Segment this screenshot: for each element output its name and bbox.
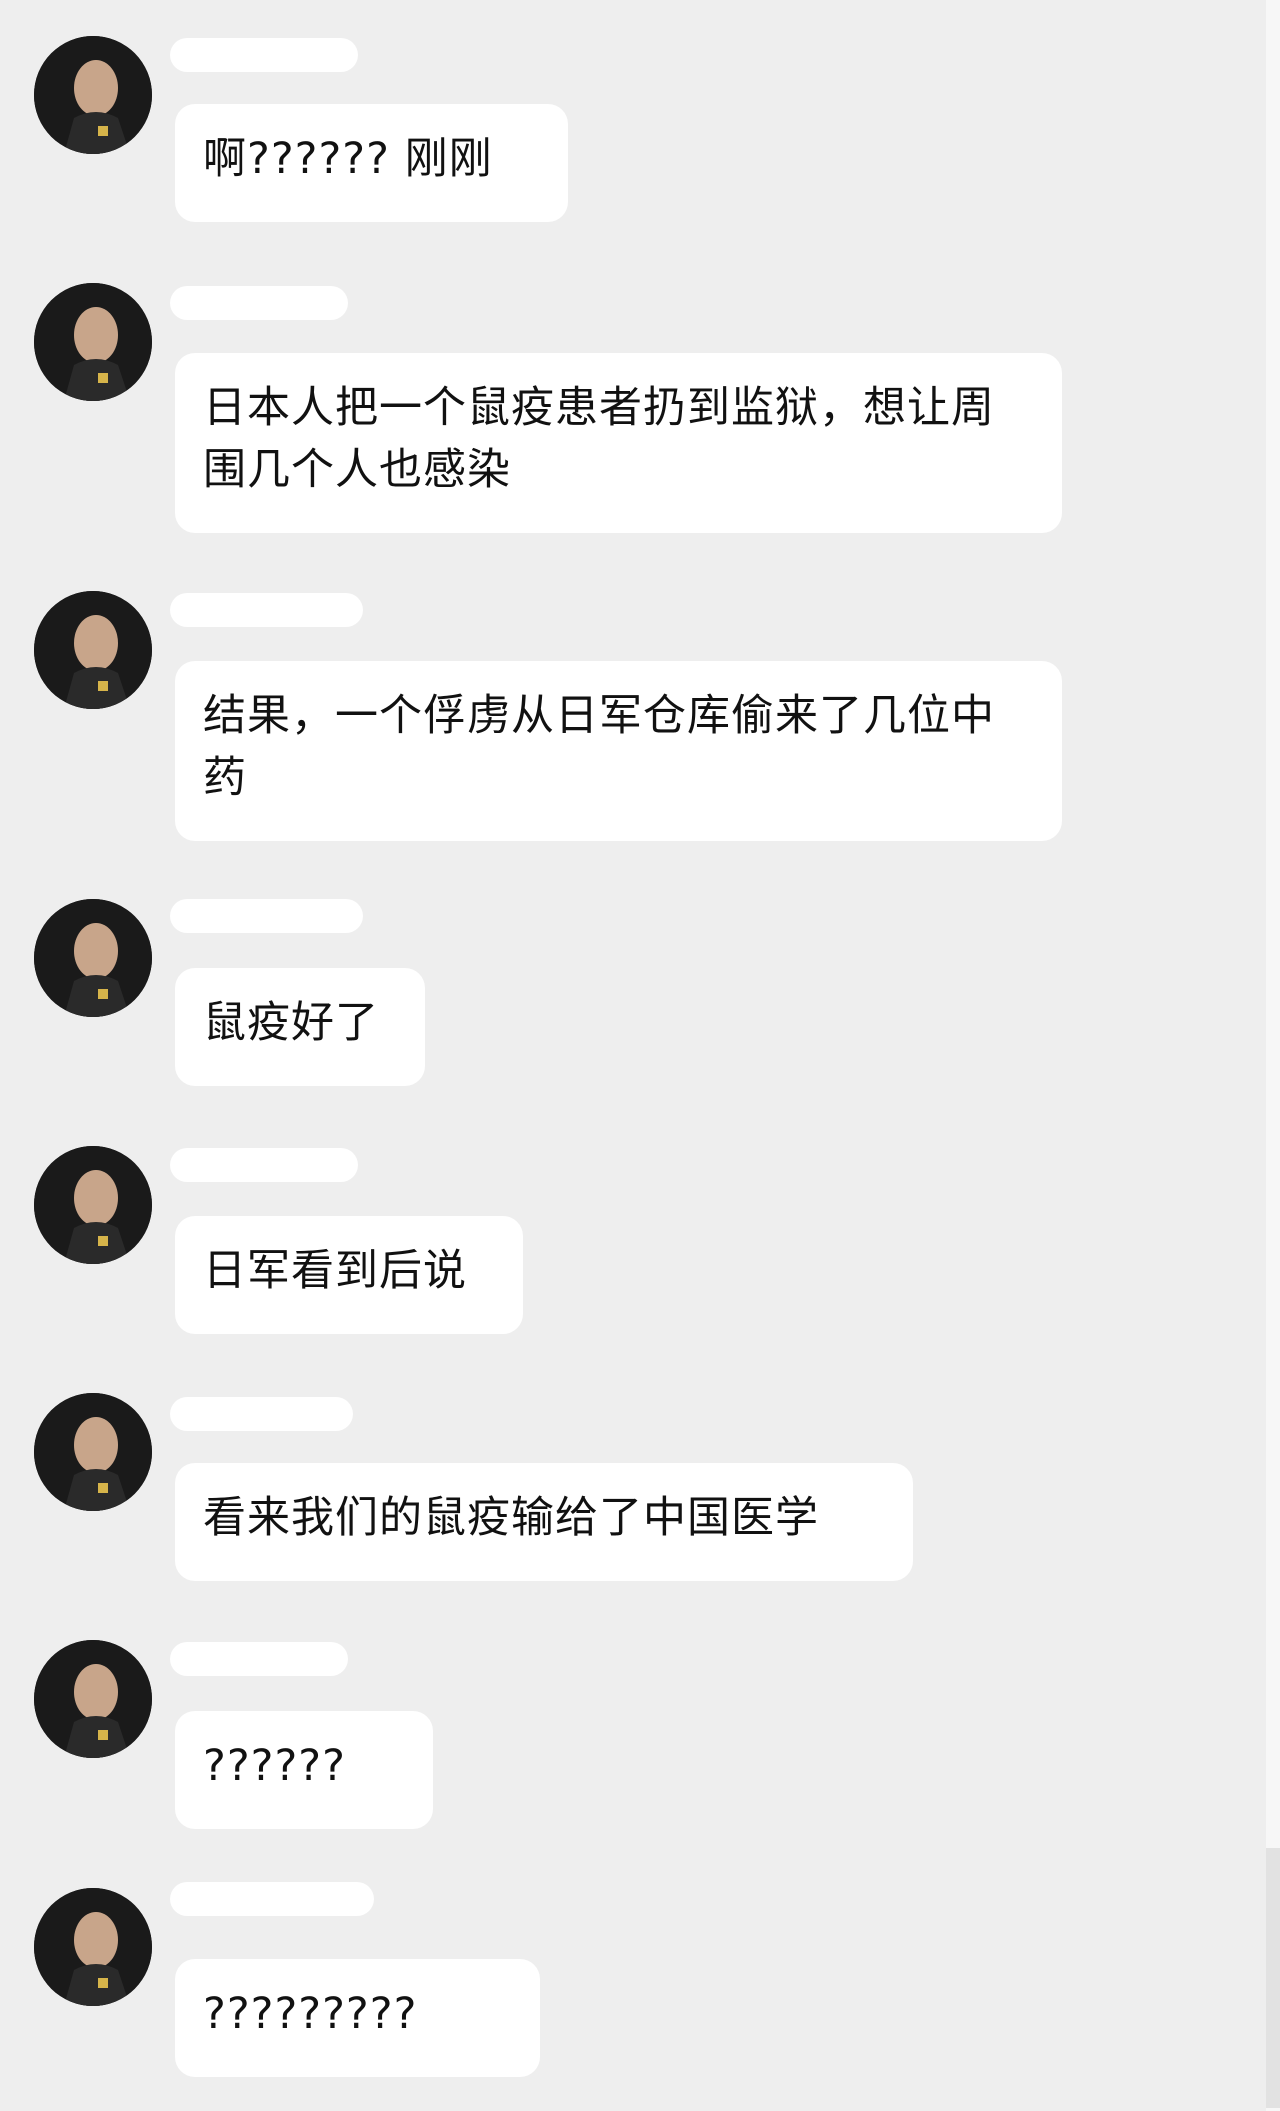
sender-avatar[interactable] [34,283,152,401]
avatar-portrait-icon [34,283,152,401]
avatar-portrait-icon [34,36,152,154]
sender-avatar[interactable] [34,1393,152,1511]
message-bubble[interactable]: 啊?????? 刚刚 [175,104,568,222]
sender-avatar[interactable] [34,1146,152,1264]
message-bubble[interactable]: 日军看到后说 [175,1216,523,1334]
sender-avatar[interactable] [34,591,152,709]
avatar-portrait-icon [34,1393,152,1511]
sender-name [170,286,348,320]
avatar-portrait-icon [34,899,152,1017]
sender-name [170,899,363,933]
avatar-portrait-icon [34,1888,152,2006]
sender-avatar[interactable] [34,899,152,1017]
message-bubble[interactable]: 看来我们的鼠疫输给了中国医学 [175,1463,913,1581]
message-bubble[interactable]: ????????? [175,1959,540,2077]
scrollbar-thumb[interactable] [1266,1848,1280,2108]
message-bubble[interactable]: 日本人把一个鼠疫患者扔到监狱，想让周围几个人也感染 [175,353,1062,533]
sender-name [170,1148,358,1182]
sender-name [170,1882,374,1916]
avatar-portrait-icon [34,591,152,709]
sender-name [170,593,363,627]
sender-avatar[interactable] [34,1640,152,1758]
sender-name [170,1397,353,1431]
sender-name [170,38,358,72]
chat-message-list[interactable]: 啊?????? 刚刚 日本人把一个鼠疫患者扔到监狱，想让周围几个人也感染 结果，… [0,0,1280,2111]
scrollbar[interactable] [1266,0,1280,2111]
sender-name [170,1642,348,1676]
avatar-portrait-icon [34,1640,152,1758]
avatar-portrait-icon [34,1146,152,1264]
sender-avatar[interactable] [34,36,152,154]
message-bubble[interactable]: 鼠疫好了 [175,968,425,1086]
message-bubble[interactable]: ?????? [175,1711,433,1829]
sender-avatar[interactable] [34,1888,152,2006]
message-bubble[interactable]: 结果，一个俘虏从日军仓库偷来了几位中药 [175,661,1062,841]
